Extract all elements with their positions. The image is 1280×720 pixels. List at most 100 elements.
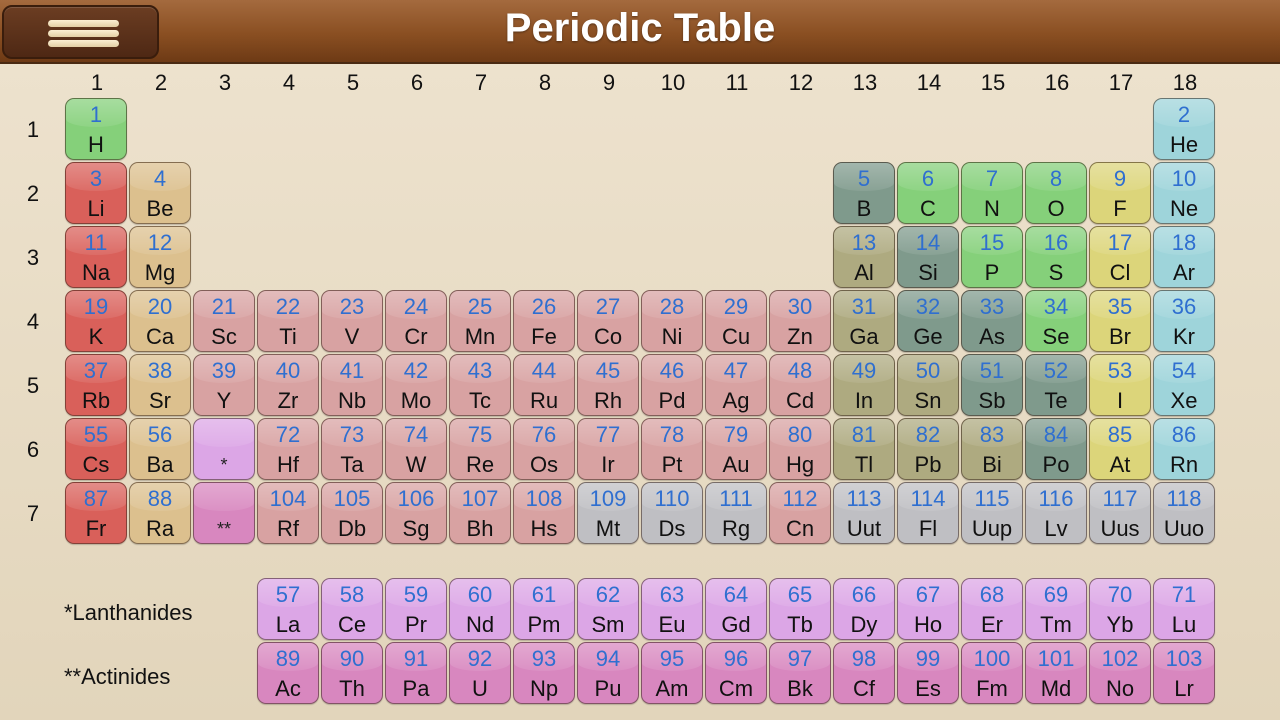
element-tile[interactable]: 55 Cs bbox=[65, 418, 127, 480]
element-tile[interactable]: 28 Ni bbox=[641, 290, 703, 352]
element-tile[interactable]: 47 Ag bbox=[705, 354, 767, 416]
element-tile[interactable]: 73 Ta bbox=[321, 418, 383, 480]
element-tile[interactable]: 19 K bbox=[65, 290, 127, 352]
element-tile[interactable]: 31 Ga bbox=[833, 290, 895, 352]
element-tile[interactable]: 34 Se bbox=[1025, 290, 1087, 352]
element-tile[interactable]: 111 Rg bbox=[705, 482, 767, 544]
actinide-tile[interactable]: 93 Np bbox=[513, 642, 575, 704]
actinide-tile[interactable]: 103 Lr bbox=[1153, 642, 1215, 704]
element-tile[interactable]: 21 Sc bbox=[193, 290, 255, 352]
element-tile[interactable]: 110 Ds bbox=[641, 482, 703, 544]
element-tile[interactable]: 83 Bi bbox=[961, 418, 1023, 480]
element-tile[interactable]: 11 Na bbox=[65, 226, 127, 288]
actinide-tile[interactable]: 95 Am bbox=[641, 642, 703, 704]
element-tile[interactable]: 43 Tc bbox=[449, 354, 511, 416]
element-tile[interactable]: 118 Uuo bbox=[1153, 482, 1215, 544]
actinide-tile[interactable]: 97 Bk bbox=[769, 642, 831, 704]
element-tile[interactable]: 46 Pd bbox=[641, 354, 703, 416]
lanthanides-placeholder[interactable]: * bbox=[193, 418, 255, 480]
element-tile[interactable]: 115 Uup bbox=[961, 482, 1023, 544]
element-tile[interactable]: 44 Ru bbox=[513, 354, 575, 416]
actinide-tile[interactable]: 90 Th bbox=[321, 642, 383, 704]
element-tile[interactable]: 24 Cr bbox=[385, 290, 447, 352]
lanthanide-tile[interactable]: 63 Eu bbox=[641, 578, 703, 640]
element-tile[interactable]: 10 Ne bbox=[1153, 162, 1215, 224]
element-tile[interactable]: 54 Xe bbox=[1153, 354, 1215, 416]
lanthanide-tile[interactable]: 64 Gd bbox=[705, 578, 767, 640]
element-tile[interactable]: 112 Cn bbox=[769, 482, 831, 544]
actinide-tile[interactable]: 99 Es bbox=[897, 642, 959, 704]
element-tile[interactable]: 39 Y bbox=[193, 354, 255, 416]
element-tile[interactable]: 80 Hg bbox=[769, 418, 831, 480]
element-tile[interactable]: 48 Cd bbox=[769, 354, 831, 416]
element-tile[interactable]: 88 Ra bbox=[129, 482, 191, 544]
element-tile[interactable]: 77 Ir bbox=[577, 418, 639, 480]
element-tile[interactable]: 87 Fr bbox=[65, 482, 127, 544]
element-tile[interactable]: 13 Al bbox=[833, 226, 895, 288]
element-tile[interactable]: 56 Ba bbox=[129, 418, 191, 480]
element-tile[interactable]: 50 Sn bbox=[897, 354, 959, 416]
actinide-tile[interactable]: 100 Fm bbox=[961, 642, 1023, 704]
element-tile[interactable]: 1H bbox=[65, 98, 127, 160]
element-tile[interactable]: 36 Kr bbox=[1153, 290, 1215, 352]
actinide-tile[interactable]: 91 Pa bbox=[385, 642, 447, 704]
lanthanide-tile[interactable]: 59 Pr bbox=[385, 578, 447, 640]
element-tile[interactable]: 5B bbox=[833, 162, 895, 224]
element-tile[interactable]: 81 Tl bbox=[833, 418, 895, 480]
element-tile[interactable]: 14 Si bbox=[897, 226, 959, 288]
actinide-tile[interactable]: 89 Ac bbox=[257, 642, 319, 704]
lanthanide-tile[interactable]: 69 Tm bbox=[1025, 578, 1087, 640]
element-tile[interactable]: 27 Co bbox=[577, 290, 639, 352]
element-tile[interactable]: 2 He bbox=[1153, 98, 1215, 160]
lanthanide-tile[interactable]: 61 Pm bbox=[513, 578, 575, 640]
actinide-tile[interactable]: 92 U bbox=[449, 642, 511, 704]
element-tile[interactable]: 32 Ge bbox=[897, 290, 959, 352]
element-tile[interactable]: 25 Mn bbox=[449, 290, 511, 352]
element-tile[interactable]: 45 Rh bbox=[577, 354, 639, 416]
element-tile[interactable]: 30 Zn bbox=[769, 290, 831, 352]
element-tile[interactable]: 23 V bbox=[321, 290, 383, 352]
element-tile[interactable]: 106 Sg bbox=[385, 482, 447, 544]
element-tile[interactable]: 42 Mo bbox=[385, 354, 447, 416]
element-tile[interactable]: 51 Sb bbox=[961, 354, 1023, 416]
element-tile[interactable]: 22 Ti bbox=[257, 290, 319, 352]
element-tile[interactable]: 20 Ca bbox=[129, 290, 191, 352]
element-tile[interactable]: 107 Bh bbox=[449, 482, 511, 544]
lanthanide-tile[interactable]: 60 Nd bbox=[449, 578, 511, 640]
element-tile[interactable]: 85 At bbox=[1089, 418, 1151, 480]
lanthanide-tile[interactable]: 71 Lu bbox=[1153, 578, 1215, 640]
element-tile[interactable]: 41 Nb bbox=[321, 354, 383, 416]
element-tile[interactable]: 116 Lv bbox=[1025, 482, 1087, 544]
element-tile[interactable]: 12 Mg bbox=[129, 226, 191, 288]
actinide-tile[interactable]: 96 Cm bbox=[705, 642, 767, 704]
element-tile[interactable]: 40 Zr bbox=[257, 354, 319, 416]
element-tile[interactable]: 75 Re bbox=[449, 418, 511, 480]
element-tile[interactable]: 109 Mt bbox=[577, 482, 639, 544]
element-tile[interactable]: 15 P bbox=[961, 226, 1023, 288]
element-tile[interactable]: 18 Ar bbox=[1153, 226, 1215, 288]
element-tile[interactable]: 104 Rf bbox=[257, 482, 319, 544]
element-tile[interactable]: 113 Uut bbox=[833, 482, 895, 544]
element-tile[interactable]: 33 As bbox=[961, 290, 1023, 352]
element-tile[interactable]: 117 Uus bbox=[1089, 482, 1151, 544]
element-tile[interactable]: 37 Rb bbox=[65, 354, 127, 416]
element-tile[interactable]: 4 Be bbox=[129, 162, 191, 224]
actinide-tile[interactable]: 102 No bbox=[1089, 642, 1151, 704]
element-tile[interactable]: 7N bbox=[961, 162, 1023, 224]
lanthanide-tile[interactable]: 70 Yb bbox=[1089, 578, 1151, 640]
element-tile[interactable]: 35 Br bbox=[1089, 290, 1151, 352]
actinide-tile[interactable]: 98 Cf bbox=[833, 642, 895, 704]
lanthanide-tile[interactable]: 57 La bbox=[257, 578, 319, 640]
element-tile[interactable]: 76 Os bbox=[513, 418, 575, 480]
element-tile[interactable]: 86 Rn bbox=[1153, 418, 1215, 480]
element-tile[interactable]: 9F bbox=[1089, 162, 1151, 224]
element-tile[interactable]: 3 Li bbox=[65, 162, 127, 224]
element-tile[interactable]: 114 Fl bbox=[897, 482, 959, 544]
element-tile[interactable]: 29 Cu bbox=[705, 290, 767, 352]
element-tile[interactable]: 8O bbox=[1025, 162, 1087, 224]
element-tile[interactable]: 53 I bbox=[1089, 354, 1151, 416]
lanthanide-tile[interactable]: 66 Dy bbox=[833, 578, 895, 640]
lanthanide-tile[interactable]: 58 Ce bbox=[321, 578, 383, 640]
element-tile[interactable]: 79 Au bbox=[705, 418, 767, 480]
element-tile[interactable]: 16 S bbox=[1025, 226, 1087, 288]
